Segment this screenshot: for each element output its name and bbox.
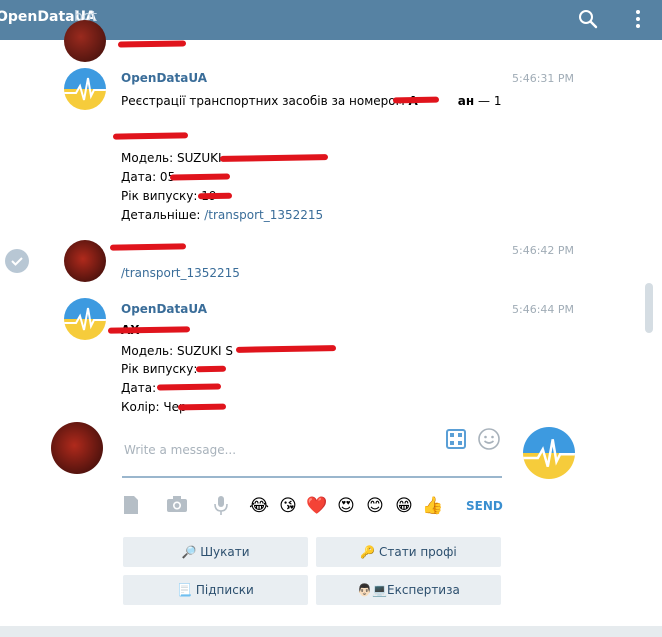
keyboard-expertise-button[interactable]: 👨🏻💻Експертиза bbox=[316, 575, 501, 605]
message-selected-check-icon[interactable] bbox=[5, 249, 29, 273]
emoji-heart-icon[interactable]: ❤️ bbox=[305, 494, 329, 518]
send-button[interactable]: SEND bbox=[466, 499, 503, 513]
redaction-mark bbox=[117, 40, 187, 48]
vehicle-date: Дата: 05 bbox=[121, 170, 176, 184]
keyboard-become-pro-button[interactable]: 🔑 Стати профі bbox=[316, 537, 501, 567]
search-icon[interactable] bbox=[573, 4, 603, 34]
message-input[interactable] bbox=[122, 424, 502, 478]
bot-logo-icon bbox=[64, 298, 106, 340]
redaction-mark bbox=[195, 365, 227, 373]
emoji-grin-icon[interactable]: 😁 bbox=[392, 494, 416, 518]
emoji-joy-icon[interactable]: 😂 bbox=[247, 494, 271, 518]
bot-avatar-large[interactable] bbox=[523, 427, 575, 479]
emoji-thumbs-up-icon[interactable]: 👍 bbox=[421, 494, 445, 518]
scrollbar-track[interactable] bbox=[640, 40, 662, 626]
message-text: Реєстрації транспортних засобів за номер… bbox=[121, 94, 501, 108]
redaction-mark bbox=[169, 173, 231, 181]
message-text-line: Реєстрації транспортних засобів за номер… bbox=[121, 94, 405, 108]
bot-logo-icon bbox=[523, 427, 575, 479]
message-sender[interactable]: OpenDataUA bbox=[121, 302, 207, 316]
plate-suffix: ан bbox=[457, 94, 475, 108]
message-time: 5:46:44 PM bbox=[512, 303, 575, 316]
camera-icon[interactable] bbox=[165, 494, 189, 518]
emoji-kiss-icon[interactable]: 😘 bbox=[276, 494, 300, 518]
message-time: 5:46:42 PM bbox=[512, 244, 575, 257]
keyboard-search-button[interactable]: 🔎 Шукати bbox=[123, 537, 308, 567]
message-time: 5:46:31 PM bbox=[512, 72, 575, 85]
scrollbar-thumb[interactable] bbox=[645, 283, 653, 333]
emoji-heart-eyes-icon[interactable]: 😍 bbox=[334, 494, 358, 518]
redaction-mark bbox=[197, 192, 233, 200]
window-bottom bbox=[0, 626, 662, 637]
keyboard-subscriptions-button[interactable]: 📃 Підписки bbox=[123, 575, 308, 605]
redaction-mark bbox=[156, 383, 222, 391]
details-link[interactable]: /transport_1352215 bbox=[204, 208, 323, 222]
emoji-smile-icon[interactable]: 😊 bbox=[363, 494, 387, 518]
details-line: Детальніше: /transport_1352215 bbox=[121, 208, 323, 222]
vehicle-model: Модель: SUZUKI S bbox=[121, 344, 234, 358]
result-count: — 1 bbox=[478, 94, 502, 108]
message-sender[interactable]: OpenDataUA bbox=[121, 71, 207, 85]
vehicle-color: Колір: Чер bbox=[121, 400, 187, 414]
transport-link[interactable]: /transport_1352215 bbox=[121, 266, 240, 280]
bot-avatar[interactable] bbox=[64, 68, 106, 110]
user-avatar[interactable] bbox=[64, 240, 106, 282]
bot-avatar[interactable] bbox=[64, 298, 106, 340]
details-label: Детальніше: bbox=[121, 208, 205, 222]
vehicle-year: Рік випуску: bbox=[121, 362, 198, 376]
microphone-icon[interactable] bbox=[209, 494, 233, 518]
vehicle-model: Модель: SUZUKI bbox=[121, 151, 222, 165]
bot-keyboard-icon[interactable] bbox=[446, 429, 466, 449]
redaction-mark bbox=[392, 96, 440, 104]
my-avatar[interactable] bbox=[51, 422, 103, 474]
bot-logo-icon bbox=[64, 68, 106, 110]
emoji-picker-icon[interactable] bbox=[477, 427, 501, 451]
more-options-icon[interactable] bbox=[623, 4, 653, 34]
redaction-mark bbox=[177, 403, 227, 411]
attach-file-icon[interactable] bbox=[119, 494, 143, 518]
user-avatar[interactable] bbox=[64, 20, 106, 62]
vehicle-date: Дата: bbox=[121, 381, 157, 395]
